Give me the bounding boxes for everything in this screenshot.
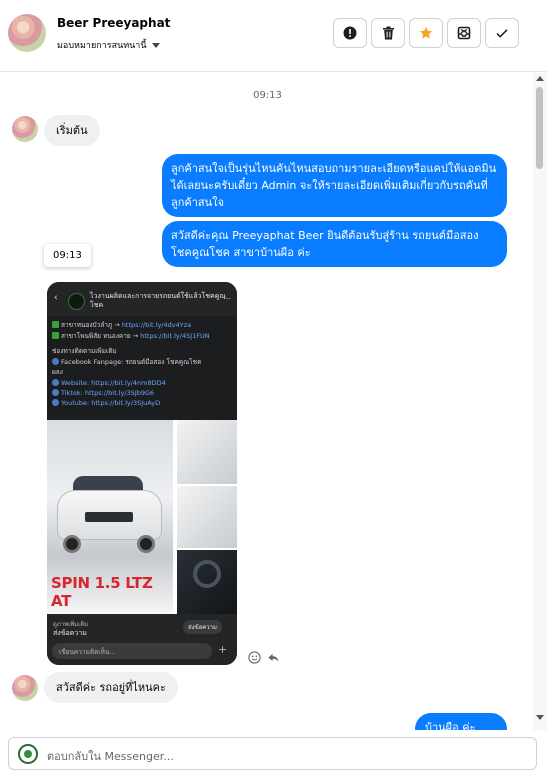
timestamp: 09:13 bbox=[253, 90, 282, 101]
car-thumb-interior bbox=[175, 550, 237, 614]
assign-conversation-dropdown[interactable]: มอบหมายการสนทนานี้ bbox=[57, 38, 160, 52]
shared-post-header: ‹ ไวงานผลิตและการจายรถยนต์ใช้แล้วโชคคูณโ… bbox=[47, 282, 237, 316]
reply-input[interactable]: ตอบกลับใน Messenger... bbox=[8, 737, 537, 770]
globe-icon bbox=[52, 389, 59, 396]
scrollbar-thumb[interactable] bbox=[536, 87, 543, 169]
contact-avatar[interactable] bbox=[8, 14, 46, 52]
message-actions bbox=[248, 651, 280, 664]
branch-line-2: สาขาโพนพิสัย หนองคาย → https://bit.ly/4S… bbox=[52, 332, 234, 341]
car-wheel bbox=[63, 535, 81, 553]
page-avatar bbox=[18, 744, 38, 764]
youtube-line: Youtube: https://bit.ly/3SJuAyD bbox=[52, 399, 234, 408]
steering-wheel-icon bbox=[193, 560, 221, 588]
car-thumb-front bbox=[175, 420, 237, 484]
customer-avatar[interactable] bbox=[12, 116, 38, 142]
mark-done-button[interactable] bbox=[485, 18, 519, 48]
globe-icon bbox=[52, 379, 59, 386]
shared-post-footer: ดูภาพเพิ่มเติม ส่งข้อความ ส่งข้อความ เขี… bbox=[47, 614, 237, 665]
plus-icon: + bbox=[218, 643, 228, 656]
car-model-caption: SPIN 1.5 LTZ AT bbox=[51, 574, 153, 610]
more-icon: ⋯ bbox=[223, 294, 231, 303]
shared-page-title: ไวงานผลิตและการจายรถยนต์ใช้แล้วโชคคูณโชค bbox=[90, 292, 226, 309]
globe-icon bbox=[52, 399, 59, 406]
scroll-up-arrow-icon[interactable] bbox=[536, 76, 544, 81]
mark-unread-icon bbox=[457, 26, 471, 40]
message-time-tooltip: 09:13 bbox=[44, 244, 91, 267]
reply-composer: ตอบกลับใน Messenger... bbox=[0, 730, 547, 772]
facebook-line: Facebook Fanpage: รถยนต์มือสอง โชคคูณโชค bbox=[52, 358, 234, 367]
send-message-button: ส่งข้อความ bbox=[183, 620, 223, 634]
check-box-icon bbox=[52, 332, 59, 339]
message-incoming[interactable]: เริ่มต้น bbox=[44, 115, 100, 146]
reply-placeholder: ตอบกลับใน Messenger... bbox=[47, 750, 174, 763]
report-button[interactable] bbox=[333, 18, 367, 48]
message-outgoing[interactable]: สวัสดีค่ะคุณ Preeyaphat Beer ยินดีต้อนรั… bbox=[162, 221, 507, 267]
message-incoming[interactable]: สวัสดีค่ะ รถอยู่ที่ไหนคะ bbox=[44, 672, 178, 703]
delete-button[interactable] bbox=[371, 18, 405, 48]
check-box-icon bbox=[52, 321, 59, 328]
message-outgoing[interactable]: บ้านผือ ค่ะ bbox=[415, 713, 507, 730]
send-message-label: ส่งข้อความ bbox=[53, 629, 87, 637]
conversation-header: Beer Preeyaphat มอบหมายการสนทนานี้ bbox=[0, 0, 547, 72]
emoji-reaction-icon[interactable] bbox=[248, 651, 261, 664]
reply-icon[interactable] bbox=[267, 651, 280, 664]
shared-image[interactable]: ‹ ไวงานผลิตและการจายรถยนต์ใช้แล้วโชคคูณโ… bbox=[47, 282, 237, 665]
follow-label: ช่องทางติดตามเพิ่มเติม bbox=[52, 347, 117, 355]
message-outgoing[interactable]: ลูกค้าสนใจเป็นรุ่นไหนคันไหนสอบถามรายละเอ… bbox=[162, 154, 507, 217]
star-button[interactable] bbox=[409, 18, 443, 48]
car-grille bbox=[85, 512, 133, 522]
tiktok-line: Tiktok: https://bit.ly/3SJb9G6 bbox=[52, 389, 234, 398]
globe-icon bbox=[52, 358, 59, 365]
chevron-down-icon bbox=[151, 42, 160, 48]
customer-avatar[interactable] bbox=[12, 675, 38, 701]
car-wheel bbox=[137, 535, 155, 553]
scroll-down-arrow-icon[interactable] bbox=[536, 715, 544, 720]
back-arrow-icon: ‹ bbox=[54, 293, 58, 303]
header-actions bbox=[333, 18, 519, 48]
comment-input: เขียนความคิดเห็น... bbox=[52, 643, 212, 659]
report-icon bbox=[343, 26, 357, 40]
mark-unread-button[interactable] bbox=[447, 18, 481, 48]
contact-name[interactable]: Beer Preeyaphat bbox=[57, 16, 170, 30]
page-logo bbox=[68, 293, 85, 310]
website-line: Website: https://bit.ly/4nm8DD4 bbox=[52, 379, 234, 388]
car-photo-collage: SPIN 1.5 LTZ AT bbox=[47, 420, 237, 614]
branch-line-1: สาขาหนองบัวลำภู → https://bit.ly/4dv4Yza bbox=[52, 321, 234, 330]
thread-scrollbar[interactable] bbox=[533, 73, 547, 730]
assign-label: มอบหมายการสนทนานี้ bbox=[57, 41, 147, 51]
message-thread[interactable]: 09:13 เริ่มต้น ลูกค้าสนใจเป็นรุ่นไหนคันไ… bbox=[0, 73, 547, 730]
car-thumb-rear bbox=[175, 486, 237, 548]
check-icon bbox=[496, 29, 508, 38]
messenger-conversation: Beer Preeyaphat มอบหมายการสนทนานี้ 09:13… bbox=[0, 0, 547, 772]
facebook-line-cont: ผลง bbox=[52, 368, 63, 376]
star-icon bbox=[419, 26, 433, 39]
trash-icon bbox=[382, 26, 394, 40]
